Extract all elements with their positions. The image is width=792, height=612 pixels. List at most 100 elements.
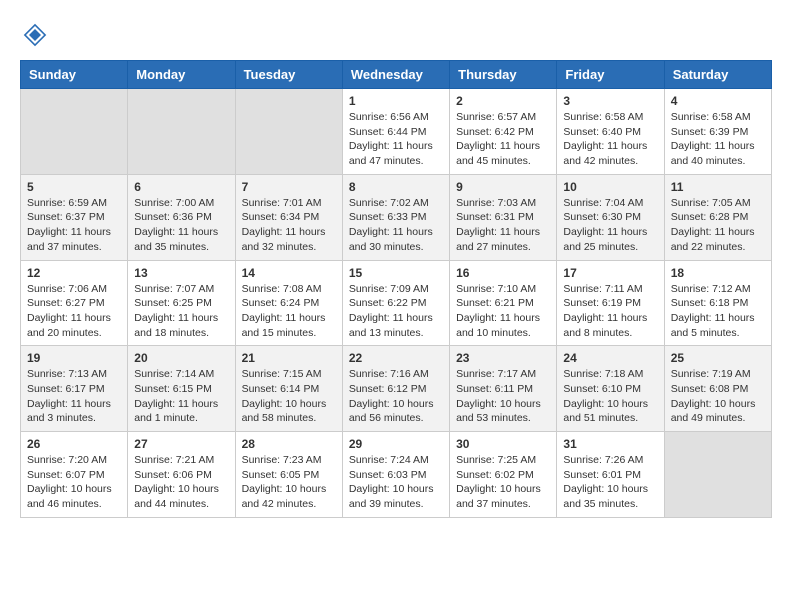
day-number: 20	[134, 351, 228, 365]
day-info: Sunrise: 7:13 AM Sunset: 6:17 PM Dayligh…	[27, 367, 121, 426]
calendar-week-4: 19 Sunrise: 7:13 AM Sunset: 6:17 PM Dayli…	[21, 346, 772, 432]
day-number: 15	[349, 266, 443, 280]
day-info: Sunrise: 7:26 AM Sunset: 6:01 PM Dayligh…	[563, 453, 657, 512]
calendar-cell: 13 Sunrise: 7:07 AM Sunset: 6:25 PM Dayli…	[128, 260, 235, 346]
day-number: 24	[563, 351, 657, 365]
day-info: Sunrise: 7:20 AM Sunset: 6:07 PM Dayligh…	[27, 453, 121, 512]
calendar-cell: 4Sunrise: 6:58 AM Sunset: 6:39 PM Daylig…	[664, 89, 771, 175]
day-info: Sunrise: 7:03 AM Sunset: 6:31 PM Dayligh…	[456, 196, 550, 255]
calendar-cell	[235, 89, 342, 175]
weekday-header-sunday: Sunday	[21, 61, 128, 89]
weekday-header-row: SundayMondayTuesdayWednesdayThursdayFrid…	[21, 61, 772, 89]
calendar-cell: 23Sunrise: 7:17 AM Sunset: 6:11 PM Dayli…	[450, 346, 557, 432]
day-info: Sunrise: 7:04 AM Sunset: 6:30 PM Dayligh…	[563, 196, 657, 255]
calendar-cell: 17 Sunrise: 7:11 AM Sunset: 6:19 PM Dayli…	[557, 260, 664, 346]
day-number: 1	[349, 94, 443, 108]
logo-icon	[20, 20, 50, 50]
day-number: 25	[671, 351, 765, 365]
calendar-cell: 30 Sunrise: 7:25 AM Sunset: 6:02 PM Dayli…	[450, 432, 557, 518]
day-number: 30	[456, 437, 550, 451]
day-info: Sunrise: 7:02 AM Sunset: 6:33 PM Dayligh…	[349, 196, 443, 255]
weekday-header-wednesday: Wednesday	[342, 61, 449, 89]
day-number: 9	[456, 180, 550, 194]
calendar-cell: 31 Sunrise: 7:26 AM Sunset: 6:01 PM Dayli…	[557, 432, 664, 518]
calendar-cell: 10 Sunrise: 7:04 AM Sunset: 6:30 PM Dayli…	[557, 174, 664, 260]
day-info: Sunrise: 7:19 AM Sunset: 6:08 PM Dayligh…	[671, 367, 765, 426]
calendar-cell: 27 Sunrise: 7:21 AM Sunset: 6:06 PM Dayli…	[128, 432, 235, 518]
calendar-cell: 6 Sunrise: 7:00 AM Sunset: 6:36 PM Daylig…	[128, 174, 235, 260]
calendar-cell	[664, 432, 771, 518]
calendar-week-2: 5 Sunrise: 6:59 AM Sunset: 6:37 PM Daylig…	[21, 174, 772, 260]
calendar-cell: 24 Sunrise: 7:18 AM Sunset: 6:10 PM Dayli…	[557, 346, 664, 432]
day-info: Sunrise: 6:58 AM Sunset: 6:40 PM Dayligh…	[563, 110, 657, 169]
calendar-table: SundayMondayTuesdayWednesdayThursdayFrid…	[20, 60, 772, 518]
day-number: 10	[563, 180, 657, 194]
day-number: 14	[242, 266, 336, 280]
calendar-cell: 29 Sunrise: 7:24 AM Sunset: 6:03 PM Dayli…	[342, 432, 449, 518]
calendar-cell: 21 Sunrise: 7:15 AM Sunset: 6:14 PM Dayli…	[235, 346, 342, 432]
day-number: 11	[671, 180, 765, 194]
day-number: 12	[27, 266, 121, 280]
day-number: 13	[134, 266, 228, 280]
day-number: 21	[242, 351, 336, 365]
day-info: Sunrise: 7:00 AM Sunset: 6:36 PM Dayligh…	[134, 196, 228, 255]
page-header	[20, 20, 772, 50]
day-number: 29	[349, 437, 443, 451]
day-number: 27	[134, 437, 228, 451]
calendar-cell: 26Sunrise: 7:20 AM Sunset: 6:07 PM Dayli…	[21, 432, 128, 518]
day-info: Sunrise: 7:09 AM Sunset: 6:22 PM Dayligh…	[349, 282, 443, 341]
day-info: Sunrise: 7:23 AM Sunset: 6:05 PM Dayligh…	[242, 453, 336, 512]
day-info: Sunrise: 7:11 AM Sunset: 6:19 PM Dayligh…	[563, 282, 657, 341]
day-number: 16	[456, 266, 550, 280]
weekday-header-tuesday: Tuesday	[235, 61, 342, 89]
weekday-header-friday: Friday	[557, 61, 664, 89]
day-info: Sunrise: 7:12 AM Sunset: 6:18 PM Dayligh…	[671, 282, 765, 341]
calendar-cell: 19 Sunrise: 7:13 AM Sunset: 6:17 PM Dayli…	[21, 346, 128, 432]
day-number: 5	[27, 180, 121, 194]
day-number: 3	[563, 94, 657, 108]
day-number: 7	[242, 180, 336, 194]
day-info: Sunrise: 6:56 AM Sunset: 6:44 PM Dayligh…	[349, 110, 443, 169]
calendar-cell: 12 Sunrise: 7:06 AM Sunset: 6:27 PM Dayli…	[21, 260, 128, 346]
calendar-cell: 2Sunrise: 6:57 AM Sunset: 6:42 PM Daylig…	[450, 89, 557, 175]
day-info: Sunrise: 6:59 AM Sunset: 6:37 PM Dayligh…	[27, 196, 121, 255]
calendar-cell: 1 Sunrise: 6:56 AM Sunset: 6:44 PM Daylig…	[342, 89, 449, 175]
day-info: Sunrise: 7:25 AM Sunset: 6:02 PM Dayligh…	[456, 453, 550, 512]
calendar-cell: 28 Sunrise: 7:23 AM Sunset: 6:05 PM Dayli…	[235, 432, 342, 518]
day-number: 22	[349, 351, 443, 365]
day-number: 28	[242, 437, 336, 451]
day-number: 18	[671, 266, 765, 280]
logo	[20, 20, 55, 50]
calendar-cell: 18 Sunrise: 7:12 AM Sunset: 6:18 PM Dayli…	[664, 260, 771, 346]
calendar-cell: 7 Sunrise: 7:01 AM Sunset: 6:34 PM Daylig…	[235, 174, 342, 260]
day-info: Sunrise: 7:08 AM Sunset: 6:24 PM Dayligh…	[242, 282, 336, 341]
day-info: Sunrise: 7:21 AM Sunset: 6:06 PM Dayligh…	[134, 453, 228, 512]
weekday-header-thursday: Thursday	[450, 61, 557, 89]
calendar-cell: 20 Sunrise: 7:14 AM Sunset: 6:15 PM Dayli…	[128, 346, 235, 432]
day-number: 6	[134, 180, 228, 194]
day-info: Sunrise: 7:07 AM Sunset: 6:25 PM Dayligh…	[134, 282, 228, 341]
day-info: Sunrise: 7:01 AM Sunset: 6:34 PM Dayligh…	[242, 196, 336, 255]
weekday-header-monday: Monday	[128, 61, 235, 89]
day-info: Sunrise: 7:15 AM Sunset: 6:14 PM Dayligh…	[242, 367, 336, 426]
day-info: Sunrise: 7:14 AM Sunset: 6:15 PM Dayligh…	[134, 367, 228, 426]
day-number: 2	[456, 94, 550, 108]
day-info: Sunrise: 7:18 AM Sunset: 6:10 PM Dayligh…	[563, 367, 657, 426]
calendar-cell	[128, 89, 235, 175]
day-number: 17	[563, 266, 657, 280]
day-number: 4	[671, 94, 765, 108]
day-number: 19	[27, 351, 121, 365]
calendar-cell: 11Sunrise: 7:05 AM Sunset: 6:28 PM Dayli…	[664, 174, 771, 260]
day-info: Sunrise: 7:06 AM Sunset: 6:27 PM Dayligh…	[27, 282, 121, 341]
day-info: Sunrise: 7:24 AM Sunset: 6:03 PM Dayligh…	[349, 453, 443, 512]
calendar-cell: 8Sunrise: 7:02 AM Sunset: 6:33 PM Daylig…	[342, 174, 449, 260]
calendar-cell: 3 Sunrise: 6:58 AM Sunset: 6:40 PM Daylig…	[557, 89, 664, 175]
calendar-week-5: 26Sunrise: 7:20 AM Sunset: 6:07 PM Dayli…	[21, 432, 772, 518]
calendar-cell: 14 Sunrise: 7:08 AM Sunset: 6:24 PM Dayli…	[235, 260, 342, 346]
calendar-cell	[21, 89, 128, 175]
day-number: 31	[563, 437, 657, 451]
calendar-week-3: 12 Sunrise: 7:06 AM Sunset: 6:27 PM Dayli…	[21, 260, 772, 346]
day-info: Sunrise: 7:10 AM Sunset: 6:21 PM Dayligh…	[456, 282, 550, 341]
calendar-cell: 16 Sunrise: 7:10 AM Sunset: 6:21 PM Dayli…	[450, 260, 557, 346]
day-info: Sunrise: 7:17 AM Sunset: 6:11 PM Dayligh…	[456, 367, 550, 426]
